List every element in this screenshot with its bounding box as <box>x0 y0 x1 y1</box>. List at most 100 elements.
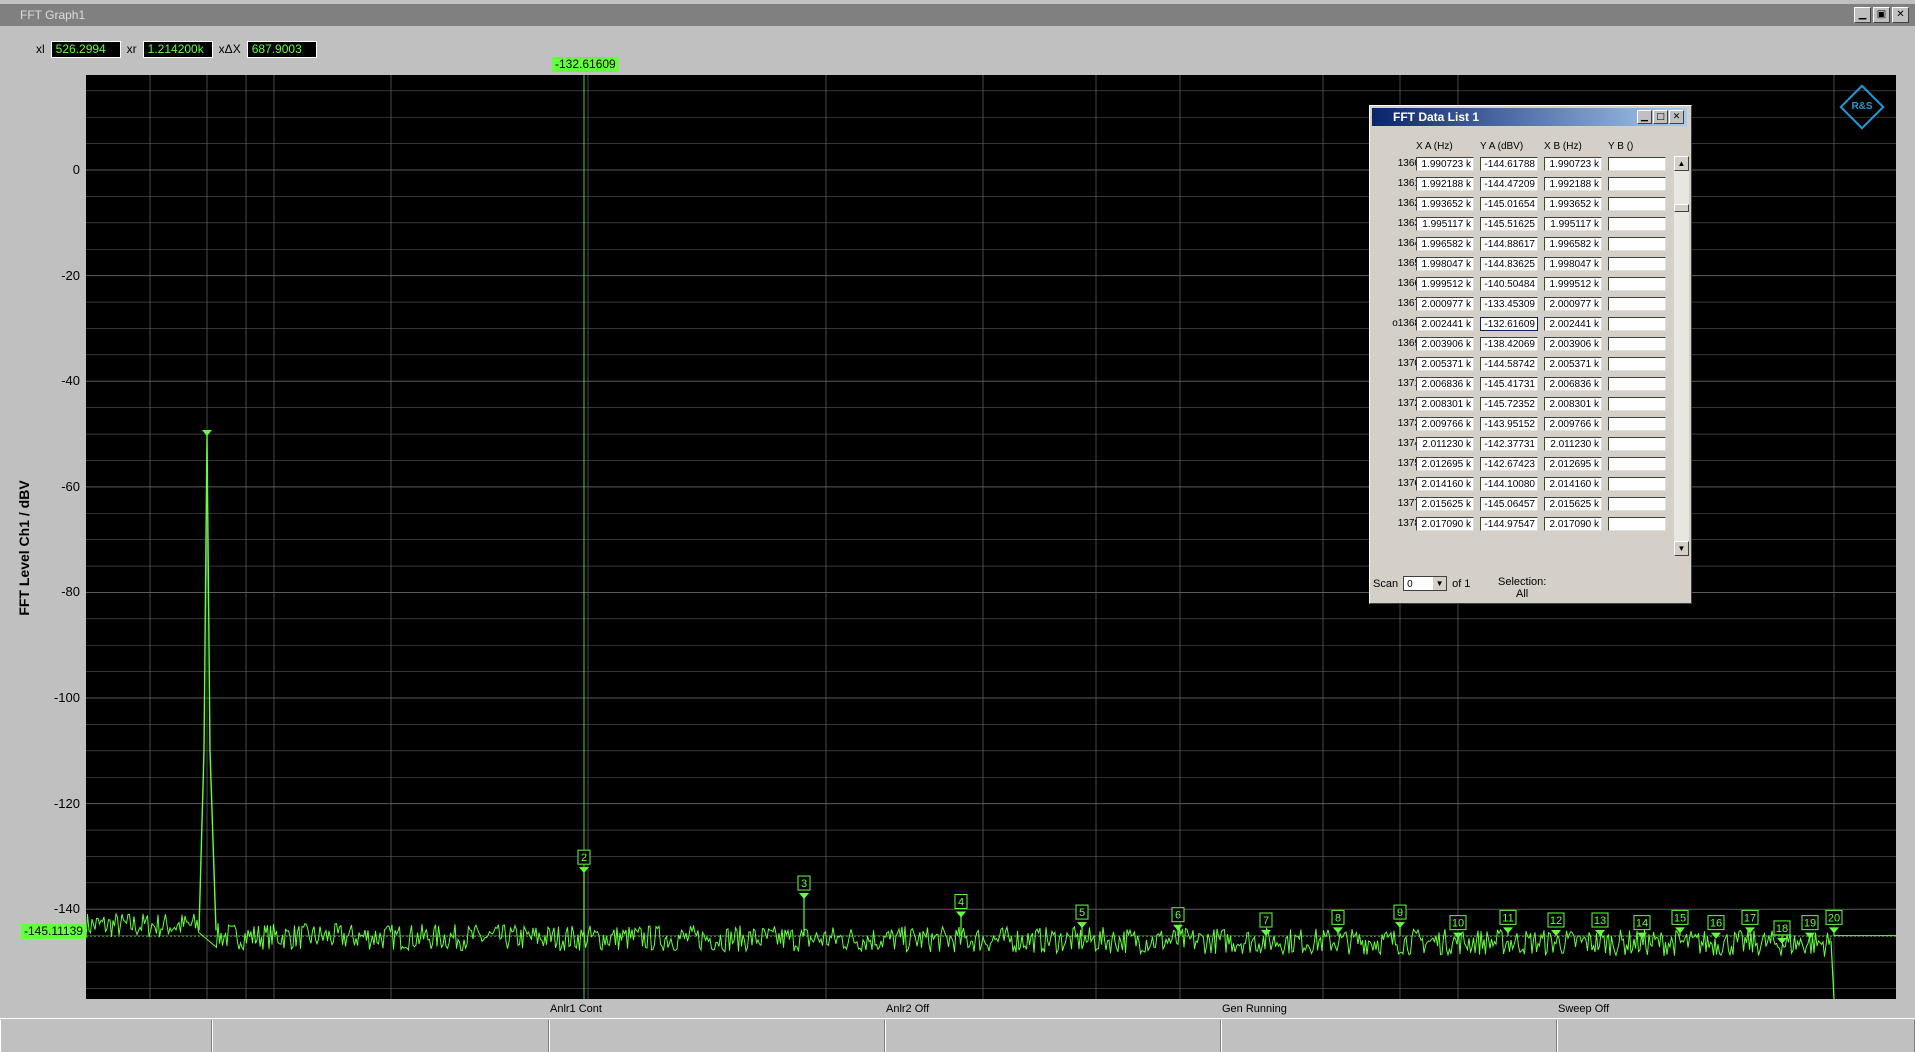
data-list-scrollbar[interactable]: ▲ ▼ <box>1674 156 1689 556</box>
data-list-cell[interactable]: 2.005371 k <box>1544 357 1602 371</box>
data-list-cell[interactable]: 1.993652 k <box>1544 197 1602 211</box>
data-list-cell[interactable]: -143.95152 <box>1480 417 1538 431</box>
harmonic-marker-icon <box>1077 922 1087 929</box>
data-list-cell[interactable]: 1.999512 k <box>1544 277 1602 291</box>
data-list-cell[interactable]: 2.011230 k <box>1416 437 1474 451</box>
data-list-cell[interactable]: -145.01654 <box>1480 197 1538 211</box>
data-list-cell[interactable]: 2.006836 k <box>1416 377 1474 391</box>
data-list-cell[interactable]: 2.005371 k <box>1416 357 1474 371</box>
data-list-cell[interactable]: -144.97547 <box>1480 517 1538 531</box>
data-list-cell[interactable] <box>1608 377 1666 391</box>
data-list-cell[interactable]: 1.993652 k <box>1416 197 1474 211</box>
data-list-cell[interactable]: -140.50484 <box>1480 277 1538 291</box>
restore-button[interactable]: ▣ <box>1873 7 1890 23</box>
cursor-left-readout[interactable]: -145.11139 <box>21 924 86 939</box>
cursor-top-readout[interactable]: -132.61609 <box>552 57 619 72</box>
data-list-cell[interactable]: -133.45309 <box>1480 297 1538 311</box>
data-list-cell[interactable]: 2.003906 k <box>1544 337 1602 351</box>
data-list-cell[interactable]: 2.009766 k <box>1416 417 1474 431</box>
data-list-cell[interactable] <box>1608 477 1666 491</box>
data-list-cell[interactable] <box>1608 337 1666 351</box>
fft-data-list-window[interactable]: FFT Data List 1 ▁ □ ✕ X A (Hz) Y A (dBV) X… <box>1369 105 1692 604</box>
data-list-cell[interactable]: 1.995117 k <box>1416 217 1474 231</box>
data-list-cell[interactable]: 2.015625 k <box>1544 497 1602 511</box>
scan-select[interactable]: 0 ▼ <box>1403 576 1448 591</box>
data-list-cell[interactable]: 2.012695 k <box>1544 457 1602 471</box>
fft-trace <box>85 912 1831 957</box>
data-list-maximize-button[interactable]: □ <box>1653 110 1668 124</box>
data-list-cell[interactable] <box>1608 177 1666 191</box>
minimize-button[interactable]: ▁ <box>1854 7 1871 23</box>
scroll-down-button[interactable]: ▼ <box>1674 541 1689 556</box>
data-list-cell[interactable]: 2.015625 k <box>1416 497 1474 511</box>
data-list-cell[interactable]: 1.998047 k <box>1416 257 1474 271</box>
data-list-cell[interactable]: 2.008301 k <box>1416 397 1474 411</box>
data-list-minimize-button[interactable]: ▁ <box>1637 110 1652 124</box>
chevron-down-icon[interactable]: ▼ <box>1433 577 1447 590</box>
data-list-cell[interactable]: -145.51625 <box>1480 217 1538 231</box>
harmonic-marker-label: 2 <box>581 852 587 864</box>
data-list-cell[interactable]: 1.996582 k <box>1416 237 1474 251</box>
harmonic-marker-label: 20 <box>1828 912 1840 924</box>
data-list-cell[interactable]: -144.88617 <box>1480 237 1538 251</box>
data-list-cell[interactable]: 2.006836 k <box>1544 377 1602 391</box>
data-list-cell[interactable] <box>1608 257 1666 271</box>
data-list-cell[interactable]: -145.06457 <box>1480 497 1538 511</box>
data-list-cell[interactable]: 2.008301 k <box>1544 397 1602 411</box>
data-list-cell[interactable]: -132.61609 <box>1480 317 1538 331</box>
data-list-cell[interactable] <box>1608 197 1666 211</box>
data-list-cell[interactable]: 1.999512 k <box>1416 277 1474 291</box>
data-list-cell[interactable] <box>1608 157 1666 171</box>
scroll-thumb[interactable] <box>1674 204 1689 212</box>
data-list-cell[interactable]: 2.014160 k <box>1416 477 1474 491</box>
data-list-cell[interactable]: 1.990723 k <box>1416 157 1474 171</box>
data-list-row-number: 1362 <box>1397 198 1420 209</box>
data-list-cell[interactable]: -144.58742 <box>1480 357 1538 371</box>
data-list-cell[interactable] <box>1608 277 1666 291</box>
data-list-cell[interactable]: 2.017090 k <box>1416 517 1474 531</box>
data-list-cell[interactable]: -145.72352 <box>1480 397 1538 411</box>
data-list-cell[interactable] <box>1608 357 1666 371</box>
data-list-cell[interactable] <box>1608 397 1666 411</box>
selection-info: Selection: All <box>1498 576 1546 600</box>
data-list-cell[interactable]: 1.992188 k <box>1544 177 1602 191</box>
data-list-cell[interactable]: 2.009766 k <box>1544 417 1602 431</box>
data-list-cell[interactable]: -144.61788 <box>1480 157 1538 171</box>
data-list-cell[interactable]: 1.990723 k <box>1544 157 1602 171</box>
data-list-close-button[interactable]: ✕ <box>1669 110 1684 124</box>
data-list-cell[interactable]: 2.012695 k <box>1416 457 1474 471</box>
data-list-cell[interactable]: 1.992188 k <box>1416 177 1474 191</box>
data-list-cell[interactable] <box>1608 417 1666 431</box>
data-list-cell[interactable]: 1.996582 k <box>1544 237 1602 251</box>
window-titlebar[interactable]: FFT Graph1 ▁ ▣ ✕ <box>0 4 1915 26</box>
data-list-cell[interactable]: -142.37731 <box>1480 437 1538 451</box>
data-list-cell[interactable]: 2.011230 k <box>1544 437 1602 451</box>
scroll-up-button[interactable]: ▲ <box>1674 156 1689 171</box>
data-list-cell[interactable]: 2.003906 k <box>1416 337 1474 351</box>
data-list-cell[interactable]: -144.83625 <box>1480 257 1538 271</box>
data-list-cell[interactable]: -138.42069 <box>1480 337 1538 351</box>
data-list-cell[interactable]: 1.995117 k <box>1544 217 1602 231</box>
data-list-cell[interactable]: 2.000977 k <box>1544 297 1602 311</box>
data-list-cell[interactable] <box>1608 457 1666 471</box>
data-list-cell[interactable] <box>1608 517 1666 531</box>
data-list-cell[interactable]: 1.998047 k <box>1544 257 1602 271</box>
data-list-cell[interactable] <box>1608 217 1666 231</box>
data-list-cell[interactable] <box>1608 317 1666 331</box>
data-list-titlebar[interactable]: FFT Data List 1 ▁ □ ✕ <box>1372 108 1687 126</box>
data-list-cell[interactable] <box>1608 437 1666 451</box>
data-list-cell[interactable]: -144.10080 <box>1480 477 1538 491</box>
close-button[interactable]: ✕ <box>1892 7 1909 23</box>
data-list-cell[interactable]: 2.002441 k <box>1544 317 1602 331</box>
data-list-cell[interactable]: -145.41731 <box>1480 377 1538 391</box>
data-list-cell[interactable]: -142.67423 <box>1480 457 1538 471</box>
data-list-cell[interactable] <box>1608 237 1666 251</box>
data-list-cell[interactable] <box>1608 297 1666 311</box>
y-axis-label: FFT Level Ch1 / dBV <box>16 480 32 616</box>
data-list-cell[interactable]: 2.017090 k <box>1544 517 1602 531</box>
data-list-cell[interactable]: -144.47209 <box>1480 177 1538 191</box>
data-list-cell[interactable]: 2.002441 k <box>1416 317 1474 331</box>
data-list-cell[interactable] <box>1608 497 1666 511</box>
data-list-cell[interactable]: 2.000977 k <box>1416 297 1474 311</box>
data-list-cell[interactable]: 2.014160 k <box>1544 477 1602 491</box>
